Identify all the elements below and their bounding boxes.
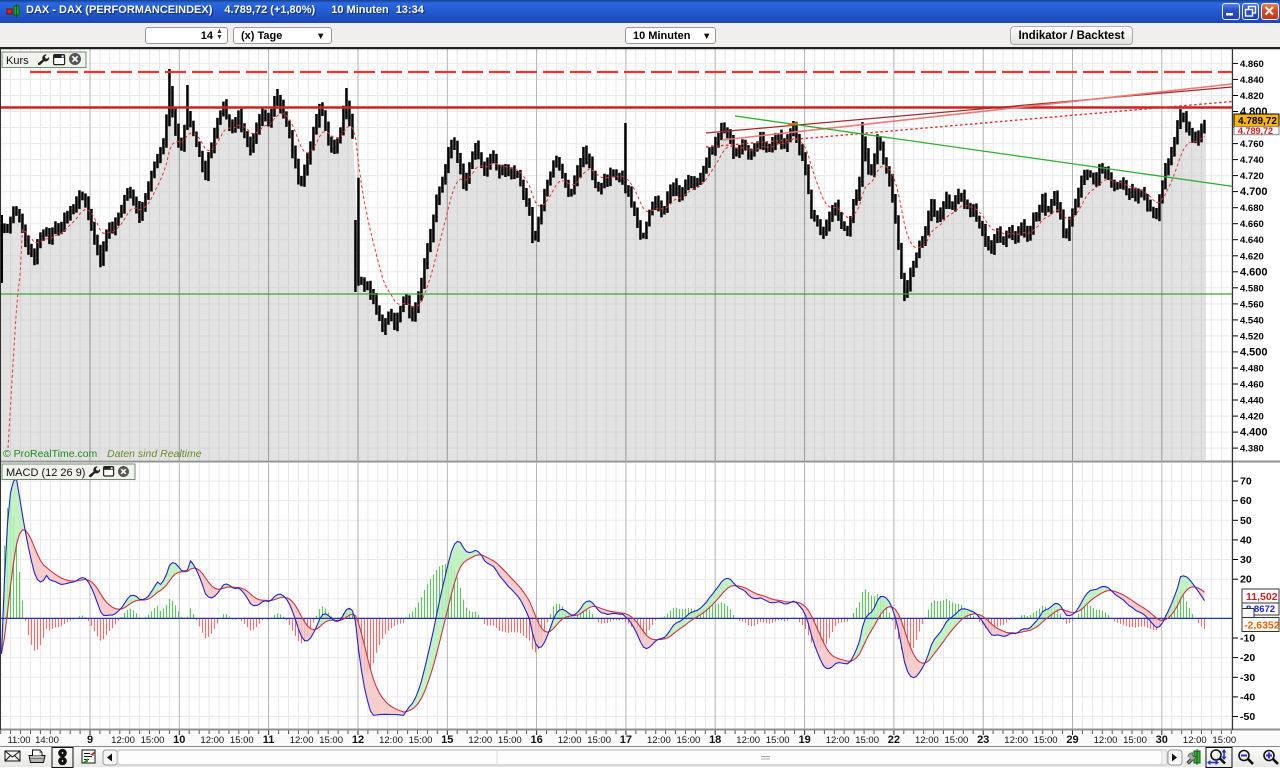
svg-text:4.700: 4.700 [1240,186,1268,198]
svg-text:30: 30 [1156,734,1168,746]
svg-text:15:00: 15:00 [855,735,879,746]
svg-text:11: 11 [263,734,275,746]
svg-text:12:00: 12:00 [1183,735,1207,746]
svg-text:4.820: 4.820 [1240,91,1264,102]
svg-text:22: 22 [888,734,900,746]
svg-text:4.540: 4.540 [1240,315,1264,326]
svg-text:16: 16 [530,734,542,746]
svg-text:70: 70 [1240,476,1252,488]
svg-text:MACD (12 26 9): MACD (12 26 9) [6,467,85,479]
svg-text:15:00: 15:00 [498,735,522,746]
svg-text:4.840: 4.840 [1240,75,1264,86]
svg-text:4.480: 4.480 [1240,364,1264,375]
svg-text:12:00: 12:00 [1094,735,1118,746]
svg-text:23: 23 [977,734,989,746]
svg-text:© ProRealTime.com: © ProRealTime.com [3,448,98,460]
svg-text:15:00: 15:00 [766,735,790,746]
svg-text:4.720: 4.720 [1240,171,1264,182]
svg-text:15:00: 15:00 [1123,735,1147,746]
svg-text:-50: -50 [1240,711,1255,723]
svg-text:4.680: 4.680 [1240,203,1264,214]
svg-text:10: 10 [173,734,185,746]
svg-text:4.789,72: 4.789,72 [1238,126,1273,136]
svg-text:15:00: 15:00 [1212,735,1236,746]
svg-text:12:00: 12:00 [1004,735,1028,746]
svg-text:15:00: 15:00 [945,735,969,746]
svg-text:17: 17 [620,734,632,746]
svg-text:-30: -30 [1240,672,1255,684]
svg-text:15:00: 15:00 [1034,735,1058,746]
svg-text:18: 18 [709,734,721,746]
svg-text:12:00: 12:00 [111,735,135,746]
svg-text:-20: -20 [1240,652,1255,664]
svg-text:12:00: 12:00 [736,735,760,746]
svg-text:29: 29 [1066,734,1078,746]
svg-text:4.760: 4.760 [1240,139,1264,150]
svg-text:4.600: 4.600 [1240,266,1268,278]
svg-text:50: 50 [1240,515,1252,527]
svg-text:4.380: 4.380 [1240,444,1264,455]
svg-text:12: 12 [352,734,364,746]
svg-text:12:00: 12:00 [647,735,671,746]
svg-text:12:00: 12:00 [558,735,582,746]
svg-text:4.420: 4.420 [1240,412,1264,423]
svg-text:12:00: 12:00 [379,735,403,746]
svg-text:40: 40 [1240,534,1252,546]
svg-text:12:00: 12:00 [915,735,939,746]
svg-text:Daten sind Realtime: Daten sind Realtime [107,448,202,460]
svg-text:15:00: 15:00 [319,735,343,746]
svg-text:60: 60 [1240,495,1252,507]
svg-text:15:00: 15:00 [230,735,254,746]
svg-text:15:00: 15:00 [587,735,611,746]
svg-text:4.580: 4.580 [1240,283,1264,294]
svg-text:11,502: 11,502 [1246,591,1278,603]
svg-text:20: 20 [1240,574,1252,586]
svg-text:12:00: 12:00 [468,735,492,746]
svg-text:12:00: 12:00 [826,735,850,746]
svg-text:15: 15 [441,734,453,746]
svg-text:4.520: 4.520 [1240,331,1264,342]
svg-text:15:00: 15:00 [677,735,701,746]
svg-text:-10: -10 [1240,633,1255,645]
svg-text:9: 9 [87,734,93,746]
svg-text:-2,6352: -2,6352 [1244,620,1280,632]
svg-text:11:00: 11:00 [7,735,30,746]
svg-text:19: 19 [798,734,810,746]
svg-text:Kurs: Kurs [6,55,29,67]
svg-text:4.400: 4.400 [1240,427,1268,439]
svg-text:12:00: 12:00 [200,735,224,746]
svg-text:15:00: 15:00 [141,735,165,746]
svg-text:4.640: 4.640 [1240,235,1264,246]
svg-text:4.620: 4.620 [1240,251,1264,262]
svg-text:30: 30 [1240,554,1252,566]
svg-text:-40: -40 [1240,691,1255,703]
svg-text:4.860: 4.860 [1240,59,1264,70]
svg-text:14:00: 14:00 [35,735,59,746]
svg-text:4.560: 4.560 [1240,299,1264,310]
svg-text:4.500: 4.500 [1240,346,1268,358]
svg-text:12:00: 12:00 [290,735,314,746]
svg-text:4.660: 4.660 [1240,219,1264,230]
svg-text:4.740: 4.740 [1240,155,1264,166]
svg-text:4.440: 4.440 [1240,396,1264,407]
svg-text:15:00: 15:00 [409,735,433,746]
svg-text:4.460: 4.460 [1240,380,1264,391]
